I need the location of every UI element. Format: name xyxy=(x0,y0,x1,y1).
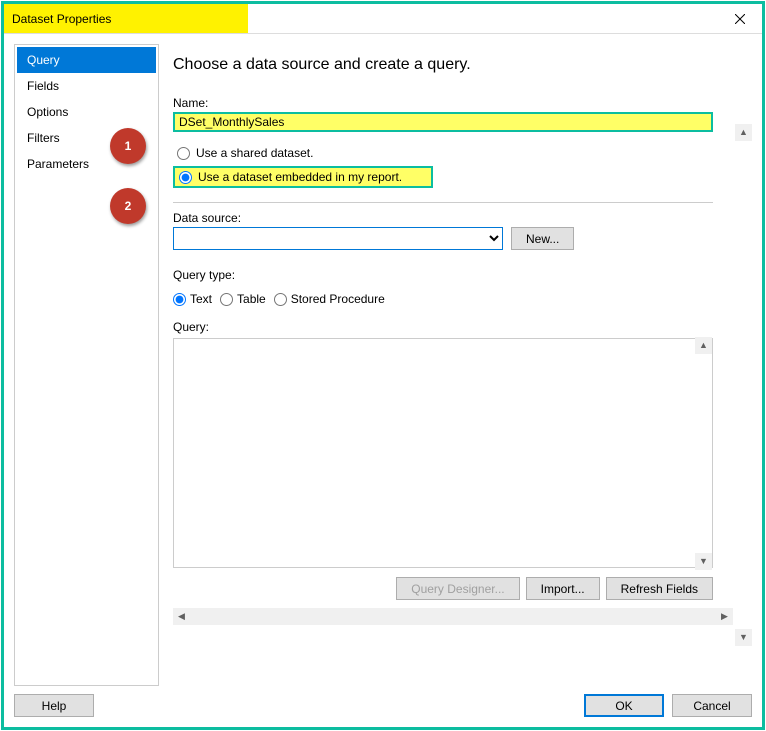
query-designer-button: Query Designer... xyxy=(396,577,519,600)
qtype-table-row[interactable]: Table xyxy=(220,292,266,306)
qtype-sp-row[interactable]: Stored Procedure xyxy=(274,292,385,306)
sidebar-item-query[interactable]: Query xyxy=(17,47,156,73)
sidebar-item-options[interactable]: Options xyxy=(17,99,156,125)
query-label: Query: xyxy=(173,320,752,334)
radio-embedded-label: Use a dataset embedded in my report. xyxy=(198,170,402,184)
pane-scroll-down-icon[interactable]: ▼ xyxy=(735,629,752,646)
refresh-fields-button[interactable]: Refresh Fields xyxy=(606,577,713,600)
titlebar-highlight: Dataset Properties xyxy=(4,4,248,33)
pane-scroll-up-icon[interactable]: ▲ xyxy=(735,124,752,141)
pane-vertical-scrollbar[interactable]: ▲ ▼ xyxy=(735,124,752,646)
query-textarea[interactable] xyxy=(173,338,713,568)
query-scrollbar[interactable]: ▲ ▼ xyxy=(695,337,712,570)
qtype-table[interactable] xyxy=(220,293,233,306)
qtype-sp-label: Stored Procedure xyxy=(291,292,385,306)
page-heading: Choose a data source and create a query. xyxy=(173,56,752,74)
radio-embedded-row[interactable]: Use a dataset embedded in my report. xyxy=(173,166,433,188)
new-button[interactable]: New... xyxy=(511,227,574,250)
radio-shared[interactable] xyxy=(177,147,190,160)
radio-shared-row[interactable]: Use a shared dataset. xyxy=(173,144,752,162)
close-icon[interactable] xyxy=(718,4,762,33)
callout-1: 1 xyxy=(110,128,146,164)
import-button[interactable]: Import... xyxy=(526,577,600,600)
datasource-select[interactable] xyxy=(173,227,503,250)
scroll-track[interactable] xyxy=(190,608,716,625)
sidebar-item-fields[interactable]: Fields xyxy=(17,73,156,99)
scroll-down-icon[interactable]: ▼ xyxy=(695,553,712,570)
scroll-right-icon[interactable]: ▶ xyxy=(716,608,733,625)
scroll-up-icon[interactable]: ▲ xyxy=(695,337,712,354)
name-label: Name: xyxy=(173,96,752,110)
window-title: Dataset Properties xyxy=(12,12,111,26)
qtype-text-label: Text xyxy=(190,292,212,306)
help-button[interactable]: Help xyxy=(14,694,94,717)
divider xyxy=(173,202,713,203)
querytype-label: Query type: xyxy=(173,268,752,282)
dataset-mode-group: Use a shared dataset. Use a dataset embe… xyxy=(173,144,752,192)
titlebar: Dataset Properties xyxy=(4,4,762,34)
content-pane: Choose a data source and create a query.… xyxy=(159,44,752,686)
dialog-frame: Dataset Properties Query Fields Options … xyxy=(1,1,765,730)
callout-2: 2 xyxy=(110,188,146,224)
qtype-sp[interactable] xyxy=(274,293,287,306)
qtype-text[interactable] xyxy=(173,293,186,306)
querytype-group: Text Table Stored Procedure xyxy=(173,292,752,306)
horizontal-scrollbar[interactable]: ◀ ▶ xyxy=(173,608,733,625)
name-input[interactable] xyxy=(173,112,713,132)
radio-shared-label: Use a shared dataset. xyxy=(196,146,313,160)
datasource-label: Data source: xyxy=(173,211,752,225)
qtype-text-row[interactable]: Text xyxy=(173,292,212,306)
cancel-button[interactable]: Cancel xyxy=(672,694,752,717)
qtype-table-label: Table xyxy=(237,292,266,306)
ok-button[interactable]: OK xyxy=(584,694,664,717)
radio-embedded[interactable] xyxy=(179,171,192,184)
footer: Help OK Cancel xyxy=(14,686,752,717)
scroll-left-icon[interactable]: ◀ xyxy=(173,608,190,625)
query-wrap: ▲ ▼ xyxy=(173,336,713,571)
